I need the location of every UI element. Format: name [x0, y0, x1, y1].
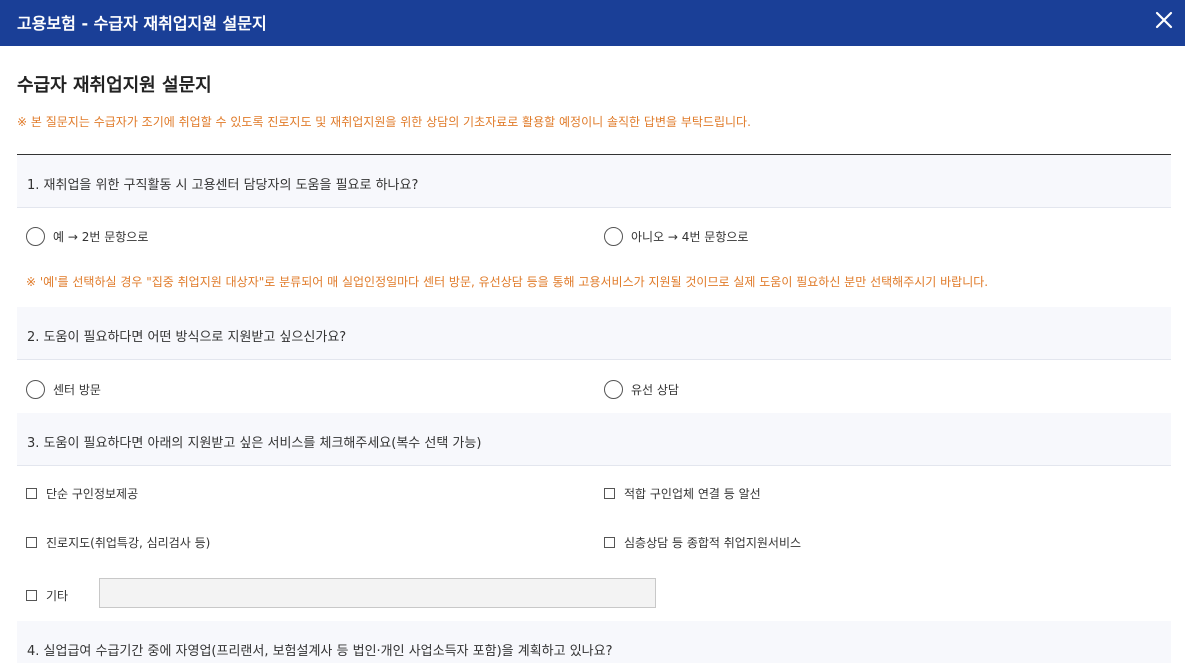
- question-1-header: 1. 재취업을 위한 구직활동 시 고용센터 담당자의 도움을 필요로 하나요?: [17, 155, 1171, 208]
- question-1-note: ※ '예'를 선택하실 경우 "집중 취업지원 대상자"로 분류되어 매 실업인…: [26, 275, 989, 289]
- checkbox[interactable]: [604, 488, 615, 499]
- radio-button[interactable]: [26, 380, 45, 399]
- checkbox[interactable]: [604, 537, 615, 548]
- q3-option-job-info-label: 단순 구인정보제공: [46, 487, 139, 501]
- page-title: 수급자 재취업지원 설문지: [17, 75, 212, 96]
- q3-option-career-label: 진로지도(취업특강, 심리검사 등): [46, 536, 211, 550]
- q3-option-counseling-label: 심층상담 등 종합적 취업지원서비스: [624, 536, 802, 550]
- checkbox[interactable]: [26, 537, 37, 548]
- question-4-text: 4. 실업급여 수급기간 중에 자영업(프리랜서, 보험설계사 등 법인·개인 …: [27, 644, 613, 659]
- question-3-text: 3. 도움이 필요하다면 아래의 지원받고 싶은 서비스를 체크해주세요(복수 …: [27, 436, 482, 451]
- window-title: 고용보험 - 수급자 재취업지원 설문지: [17, 14, 267, 33]
- q3-option-job-info[interactable]: 단순 구인정보제공: [26, 485, 138, 502]
- radio-button[interactable]: [604, 380, 623, 399]
- survey-notice: ※ 본 질문지는 수급자가 조기에 취업할 수 있도록 진로지도 및 재취업지원…: [17, 115, 751, 129]
- q2-option-phone-label: 유선 상담: [631, 383, 679, 397]
- radio-button[interactable]: [604, 227, 623, 246]
- q3-option-matching-label: 적합 구인업체 연결 등 알선: [624, 487, 761, 501]
- q3-other-input[interactable]: [99, 578, 656, 608]
- q1-option-yes[interactable]: 예 → 2번 문항으로: [26, 227, 148, 246]
- q2-option-visit-label: 센터 방문: [53, 383, 101, 397]
- q3-option-matching[interactable]: 적합 구인업체 연결 등 알선: [604, 485, 761, 502]
- question-2-header: 2. 도움이 필요하다면 어떤 방식으로 지원받고 싶으신가요?: [17, 307, 1171, 360]
- q2-option-phone[interactable]: 유선 상담: [604, 380, 679, 399]
- checkbox[interactable]: [26, 488, 37, 499]
- checkbox[interactable]: [26, 590, 37, 601]
- question-4-header: 4. 실업급여 수급기간 중에 자영업(프리랜서, 보험설계사 등 법인·개인 …: [17, 621, 1171, 663]
- close-icon[interactable]: [1153, 9, 1175, 31]
- question-1-text: 1. 재취업을 위한 구직활동 시 고용센터 담당자의 도움을 필요로 하나요?: [27, 178, 419, 193]
- question-3-header: 3. 도움이 필요하다면 아래의 지원받고 싶은 서비스를 체크해주세요(복수 …: [17, 413, 1171, 466]
- q1-option-no[interactable]: 아니오 → 4번 문항으로: [604, 227, 748, 246]
- q3-option-other-label: 기타: [46, 589, 69, 603]
- title-bar: 고용보험 - 수급자 재취업지원 설문지: [0, 0, 1185, 46]
- radio-button[interactable]: [26, 227, 45, 246]
- q2-option-visit[interactable]: 센터 방문: [26, 380, 101, 399]
- q1-option-yes-label: 예 → 2번 문항으로: [53, 230, 149, 244]
- question-2-text: 2. 도움이 필요하다면 어떤 방식으로 지원받고 싶으신가요?: [27, 330, 347, 345]
- q3-option-other[interactable]: 기타: [26, 587, 68, 604]
- q3-option-career[interactable]: 진로지도(취업특강, 심리검사 등): [26, 534, 210, 551]
- q3-option-counseling[interactable]: 심층상담 등 종합적 취업지원서비스: [604, 534, 801, 551]
- q1-option-no-label: 아니오 → 4번 문항으로: [631, 230, 749, 244]
